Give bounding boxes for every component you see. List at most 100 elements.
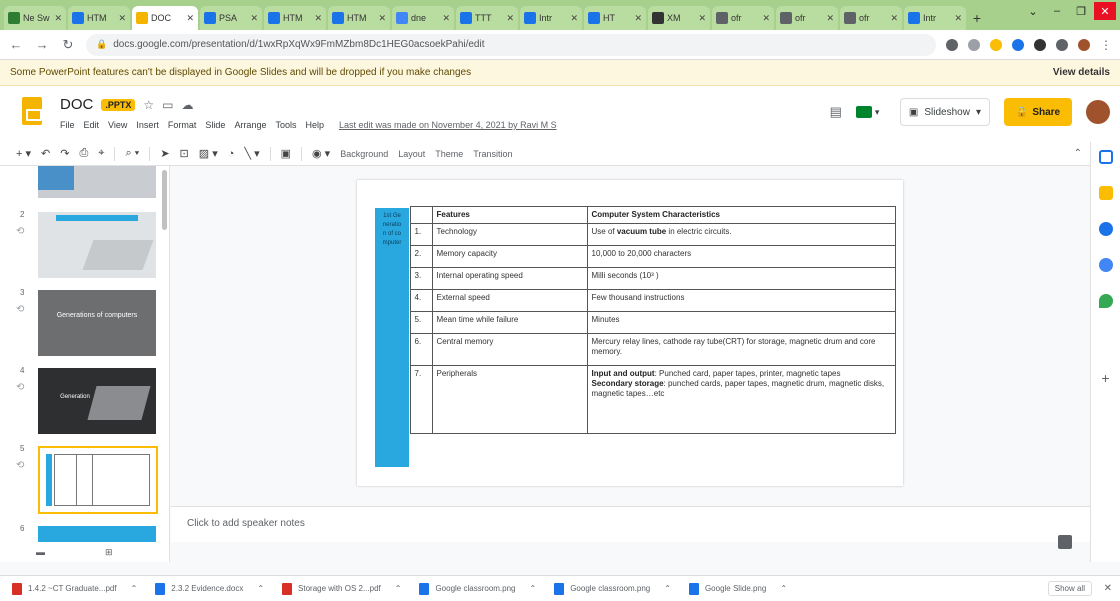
zoom-icon[interactable]	[946, 38, 958, 51]
share-button[interactable]: 🔒 Share	[1004, 98, 1072, 126]
slide-thumbnail[interactable]: Generations of computers	[38, 290, 156, 356]
maps-icon[interactable]	[1098, 294, 1113, 308]
tab-close-icon[interactable]: ✕	[634, 13, 642, 24]
new-slide-icon[interactable]: + ▾	[16, 147, 31, 160]
tab-close-icon[interactable]: ✕	[954, 13, 962, 24]
tasks-icon[interactable]	[1098, 222, 1113, 236]
tab-close-icon[interactable]: ✕	[506, 13, 514, 24]
menu-arrange[interactable]: Arrange	[234, 120, 266, 130]
transition-button[interactable]: Transition	[473, 149, 512, 159]
keep-icon[interactable]	[1098, 186, 1113, 200]
view-details-link[interactable]: View details	[1053, 67, 1110, 78]
palette-icon[interactable]: ◉ ▾	[312, 147, 330, 160]
star-icon[interactable]: ☆	[143, 98, 154, 112]
download-item[interactable]: Google classroom.png ⌃	[554, 582, 671, 595]
print-icon[interactable]: ⎙	[79, 147, 88, 160]
speaker-notes-placeholder[interactable]: Click to add speaker notes	[187, 518, 305, 529]
chevron-up-icon[interactable]: ⌃	[131, 584, 138, 593]
browser-tab[interactable]: ofr ✕	[776, 6, 838, 30]
menu-slide[interactable]: Slide	[205, 120, 225, 130]
menu-tools[interactable]: Tools	[275, 120, 296, 130]
tab-close-icon[interactable]: ✕	[570, 13, 578, 24]
star-icon[interactable]	[990, 38, 1002, 51]
add-ons-icon[interactable]: +	[1101, 370, 1109, 386]
browser-tab[interactable]: Intr ✕	[520, 6, 582, 30]
undo-icon[interactable]: ↶	[41, 147, 50, 160]
slide-thumbnail-selected[interactable]	[38, 446, 158, 514]
image-icon[interactable]: ▨ ▾	[199, 147, 218, 160]
cloud-status-icon[interactable]: ☁	[181, 98, 193, 112]
tab-search-button[interactable]: ⌄	[1022, 2, 1044, 20]
puzzle-icon[interactable]	[1034, 38, 1046, 51]
close-icon[interactable]: ✕	[1104, 583, 1112, 594]
paint-format-icon[interactable]: ⌖	[98, 147, 104, 160]
chevron-up-icon[interactable]: ⌃	[530, 584, 537, 593]
browser-tab[interactable]: TTT ✕	[456, 6, 518, 30]
forward-icon[interactable]: →	[34, 37, 50, 52]
download-item[interactable]: Storage with OS 2...pdf ⌃	[282, 582, 402, 595]
download-item[interactable]: 2.3.2 Evidence.docx ⌃	[155, 582, 264, 595]
menu-insert[interactable]: Insert	[136, 120, 159, 130]
download-item[interactable]: Google Slide.png ⌃	[688, 582, 787, 595]
browser-tab[interactable]: HTM ✕	[68, 6, 130, 30]
browser-tab[interactable]: HTM ✕	[264, 6, 326, 30]
text-box-icon[interactable]: ⊡	[180, 147, 189, 160]
omnibox[interactable]: 🔒 docs.google.com/presentation/d/1wxRpXq…	[86, 33, 936, 56]
download-item[interactable]: 1.4.2 ~CT Graduate...pdf ⌃	[12, 582, 138, 595]
maximize-button[interactable]: ❐	[1070, 2, 1092, 20]
explore-icon[interactable]	[1058, 535, 1072, 549]
slide-thumbnail[interactable]	[38, 166, 156, 198]
comments-icon[interactable]: ▤	[830, 104, 842, 120]
slide[interactable]: 1st Generation of computer Features Comp…	[357, 180, 903, 486]
layout-button[interactable]: Layout	[398, 149, 425, 159]
menu-format[interactable]: Format	[168, 120, 197, 130]
menu-edit[interactable]: Edit	[84, 120, 100, 130]
browser-tab[interactable]: HT ✕	[584, 6, 646, 30]
features-table[interactable]: Features Computer System Characteristics…	[391, 206, 896, 434]
tab-close-icon[interactable]: ✕	[250, 13, 258, 24]
close-window-button[interactable]: ✕	[1094, 2, 1116, 20]
tab-close-icon[interactable]: ✕	[118, 13, 126, 24]
tab-close-icon[interactable]: ✕	[378, 13, 386, 24]
line-icon[interactable]: ╲ ▾	[244, 147, 259, 160]
browser-tab[interactable]: DOC ✕	[132, 6, 198, 30]
select-cursor-icon[interactable]: ➤	[160, 147, 169, 160]
tab-close-icon[interactable]: ✕	[186, 13, 194, 24]
move-folder-icon[interactable]: ▭	[162, 98, 173, 112]
sidebar-icon[interactable]	[1056, 38, 1068, 51]
browser-tab[interactable]: XM ✕	[648, 6, 710, 30]
filmstrip-view-icon[interactable]: ⊞	[105, 547, 113, 558]
chevron-up-icon[interactable]: ⌃	[395, 584, 402, 593]
browser-tab[interactable]: HTM ✕	[328, 6, 390, 30]
tab-close-icon[interactable]: ✕	[698, 13, 706, 24]
tab-close-icon[interactable]: ✕	[826, 13, 834, 24]
slides-logo-icon[interactable]	[22, 97, 42, 125]
new-tab-button[interactable]: +	[968, 6, 986, 30]
menu-help[interactable]: Help	[305, 120, 324, 130]
background-button[interactable]: Background	[340, 149, 388, 159]
browser-tab[interactable]: PSA ✕	[200, 6, 262, 30]
reload-icon[interactable]: ↻	[60, 37, 76, 53]
collapse-toolbar-icon[interactable]: ⌃	[1074, 148, 1082, 159]
slide-thumbnail[interactable]: Generation	[38, 368, 156, 434]
contacts-icon[interactable]	[1098, 258, 1113, 272]
chevron-up-icon[interactable]: ⌃	[257, 584, 264, 593]
document-title[interactable]: DOC	[60, 96, 93, 113]
tab-close-icon[interactable]: ✕	[890, 13, 898, 24]
chevron-up-icon[interactable]: ⌃	[780, 584, 787, 593]
kebab-menu-icon[interactable]: ⋮	[1100, 38, 1112, 52]
browser-tab[interactable]: ofr ✕	[840, 6, 902, 30]
extension-icon[interactable]	[1012, 38, 1024, 51]
avatar[interactable]	[1086, 100, 1110, 124]
chevron-down-icon[interactable]: ▾	[976, 107, 981, 118]
speaker-notes[interactable]: Click to add speaker notes	[171, 506, 1090, 549]
tab-close-icon[interactable]: ✕	[442, 13, 450, 24]
download-item[interactable]: Google classroom.png ⌃	[419, 582, 537, 595]
theme-button[interactable]: Theme	[435, 149, 463, 159]
comment-add-icon[interactable]: ▣	[281, 147, 291, 160]
grid-view-icon[interactable]: ▬	[36, 547, 45, 557]
minimize-button[interactable]: –	[1046, 2, 1068, 20]
tab-close-icon[interactable]: ✕	[762, 13, 770, 24]
share-page-icon[interactable]	[968, 38, 980, 51]
slide-thumbnail[interactable]	[38, 212, 156, 278]
